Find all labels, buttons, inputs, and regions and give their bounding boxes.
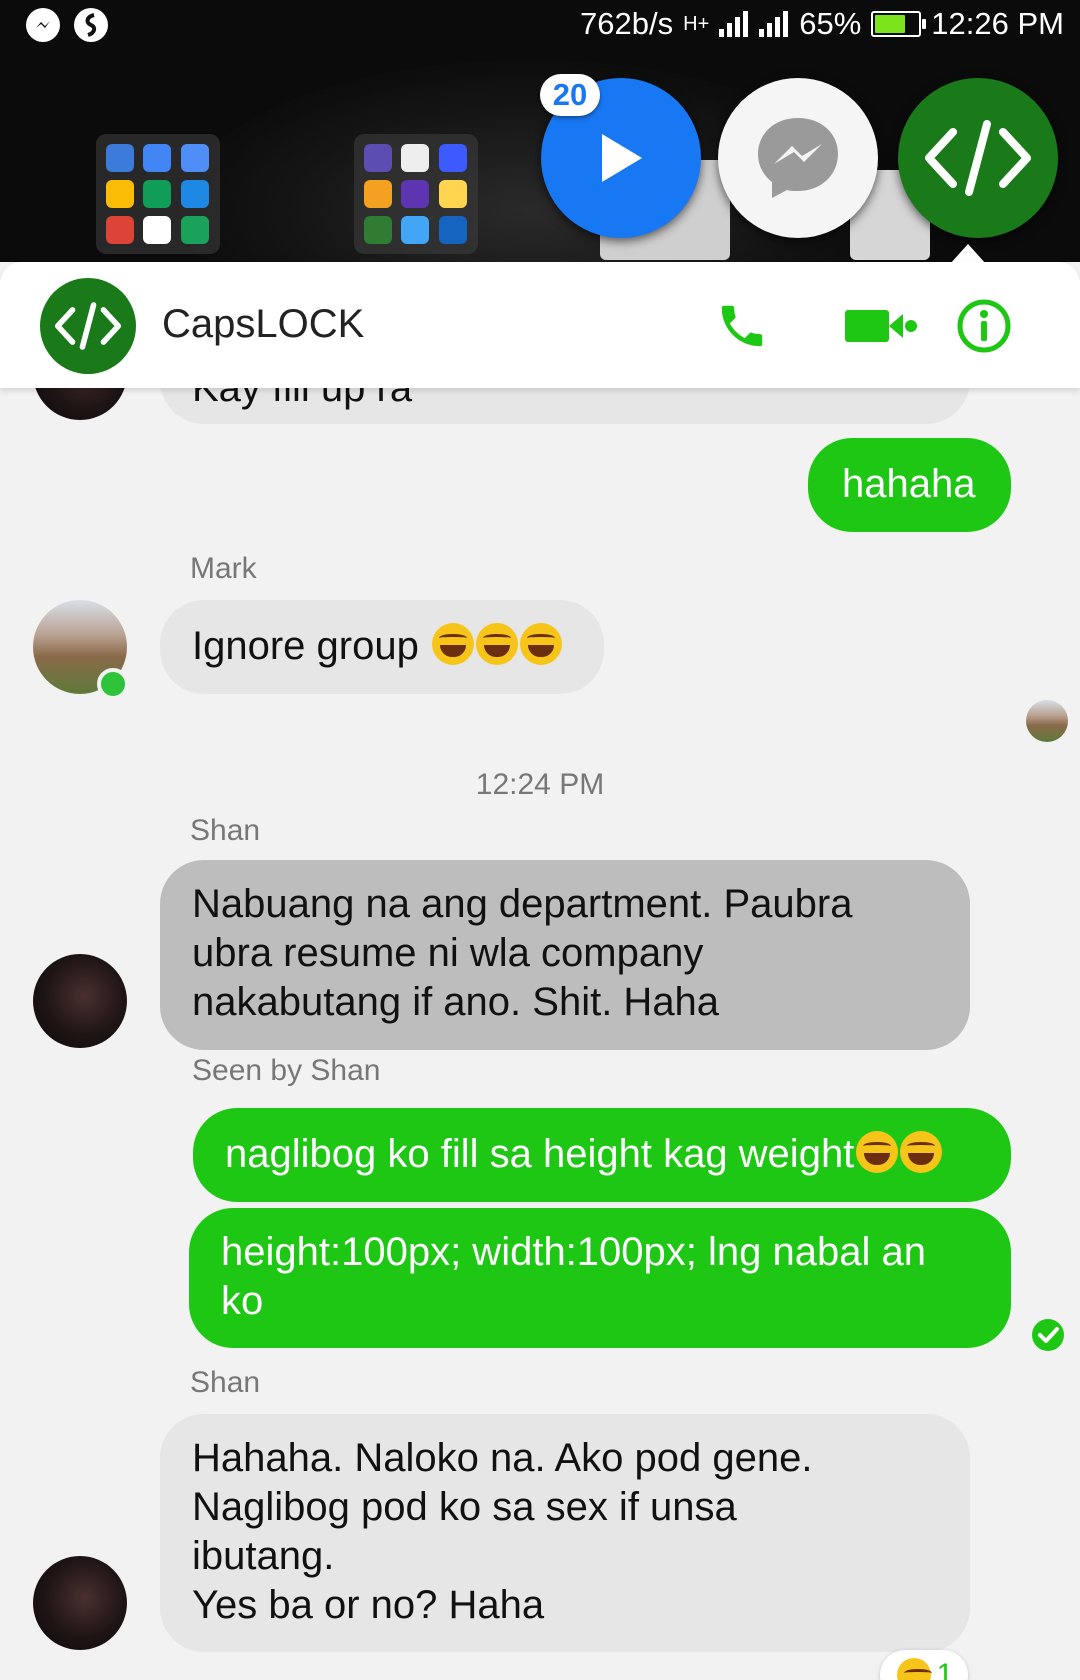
online-indicator — [97, 668, 129, 700]
battery-icon — [871, 11, 927, 37]
incoming-message-selected[interactable]: Nabuang na ang department. Paubra ubra r… — [160, 860, 970, 1050]
code-icon — [54, 302, 122, 350]
seen-indicator: Seen by Shan — [192, 1054, 381, 1087]
network-type: H+ — [683, 12, 710, 35]
incoming-message[interactable]: Hahaha. Naloko na. Ako pod gene. Naglibo… — [160, 1414, 970, 1652]
message-text-line: Naglibog pod ko sa sex if unsa — [192, 1485, 737, 1529]
message-text-line: ubra resume ni wla company — [192, 931, 704, 975]
sender-name: Shan — [190, 814, 261, 847]
chathead-pointer — [950, 244, 986, 262]
tears-of-joy-emoji — [475, 623, 518, 665]
message-reaction[interactable]: 1 — [880, 1650, 968, 1680]
messenger-chathead[interactable] — [718, 78, 878, 238]
message-thread[interactable]: Kay fill up ra hahaha Mark Ignore group … — [0, 388, 1080, 1680]
code-icon — [925, 120, 1031, 196]
status-and-chatheads-area: 762b/s H+ 65% 12:26 PM 20 — [0, 0, 1080, 262]
message-text: hahaha — [842, 462, 976, 506]
home-app-folder-left — [96, 134, 220, 254]
tears-of-joy-emoji — [856, 1131, 899, 1173]
message-text-line: height:100px; width:100px; lng nabal an — [221, 1230, 926, 1274]
reaction-count: 1 — [936, 1658, 954, 1680]
message-text-line: Nabuang na ang department. Paubra — [192, 882, 853, 926]
outgoing-message[interactable]: height:100px; width:100px; lng nabal an … — [189, 1208, 1011, 1348]
outgoing-message[interactable]: naglibog ko fill sa height kag weight — [193, 1108, 1011, 1202]
message-text: Ignore group — [192, 624, 419, 668]
signal-icon — [759, 11, 789, 37]
home-app-folder-right — [354, 134, 478, 254]
video-camera-icon — [845, 310, 917, 342]
message-text: Kay fill up ra — [192, 388, 413, 410]
conversation-info-button[interactable] — [954, 298, 1014, 354]
sender-name: Mark — [190, 552, 257, 585]
capslock-chathead[interactable] — [898, 78, 1058, 238]
delivered-check-icon — [1032, 1319, 1064, 1351]
video-call-button[interactable] — [840, 298, 920, 354]
chat-avatar[interactable] — [40, 278, 136, 374]
unread-count-badge: 20 — [540, 74, 600, 116]
phone-icon — [721, 305, 763, 347]
chat-title[interactable]: CapsLOCK — [162, 302, 364, 347]
incoming-message[interactable]: Kay fill up ra — [160, 388, 970, 424]
message-text-line: Yes ba or no? Haha — [192, 1583, 545, 1627]
messenger-notification-icon — [26, 8, 60, 42]
read-receipt-avatar — [1026, 700, 1068, 742]
messenger-icon — [758, 118, 838, 198]
message-text-line: ko — [221, 1279, 264, 1323]
avatar-shan[interactable] — [33, 388, 127, 420]
incoming-message[interactable]: Ignore group — [160, 600, 604, 694]
message-text-line: nakabutang if ano. Shit. Haha — [192, 980, 720, 1024]
tears-of-joy-emoji — [431, 623, 474, 665]
clock: 12:26 PM — [931, 6, 1064, 41]
outgoing-message[interactable]: hahaha — [808, 438, 1011, 532]
avatar-shan[interactable] — [33, 954, 127, 1048]
message-text: naglibog ko fill sa height kag weight — [225, 1132, 855, 1176]
network-speed: 762b/s — [580, 6, 674, 41]
app-notification-icon — [74, 8, 108, 42]
avatar-shan[interactable] — [33, 1556, 127, 1650]
status-bar: 762b/s H+ 65% 12:26 PM — [0, 0, 1080, 52]
tears-of-joy-emoji — [900, 1131, 943, 1173]
laughing-emoji — [896, 1658, 932, 1680]
signal-icon — [719, 11, 749, 37]
chat-header: CapsLOCK — [0, 262, 1080, 388]
tears-of-joy-emoji — [519, 623, 562, 665]
message-text-line: Hahaha. Naloko na. Ako pod gene. — [192, 1436, 813, 1480]
message-text-line: ibutang. — [192, 1534, 335, 1578]
battery-percent: 65% — [799, 6, 862, 41]
sender-name: Shan — [190, 1366, 261, 1399]
play-icon — [602, 134, 642, 182]
info-icon — [957, 299, 1011, 353]
timestamp: 12:24 PM — [475, 768, 605, 801]
battery-level — [875, 15, 906, 33]
voice-call-button[interactable] — [712, 298, 772, 354]
